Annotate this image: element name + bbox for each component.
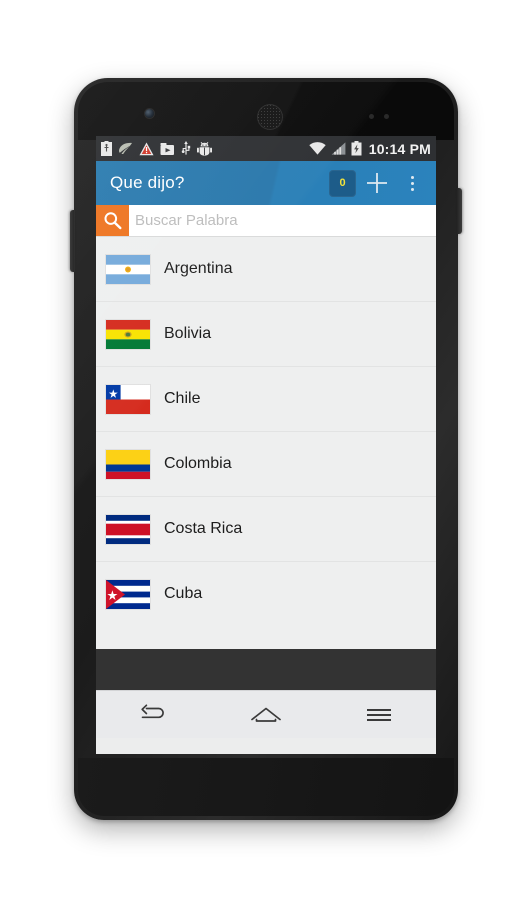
home-button[interactable] (236, 691, 296, 739)
country-label: Argentina (164, 260, 233, 277)
status-bar: 10:14 PM (96, 136, 436, 161)
front-camera-icon (145, 109, 154, 118)
list-item[interactable]: Argentina (96, 237, 436, 302)
search-bar (96, 205, 436, 237)
list-item[interactable]: Chile (96, 367, 436, 432)
list-item[interactable]: Colombia (96, 432, 436, 497)
list-empty-filler (96, 626, 436, 649)
home-icon (251, 707, 281, 722)
phone-device-frame: 10:14 PM Que dijo? 0 Buscar Palabra Arge… (70, 78, 462, 820)
overflow-menu-icon (410, 175, 414, 179)
add-button[interactable] (359, 165, 395, 201)
navigation-bar (96, 690, 436, 738)
overflow-menu-button[interactable] (398, 165, 426, 201)
flag-colombia (106, 449, 150, 479)
country-label: Colombia (164, 455, 232, 472)
phone-bottom-bezel (78, 758, 454, 816)
flag-bolivia (106, 319, 150, 349)
back-button[interactable] (123, 691, 183, 739)
flag-argentina (106, 254, 150, 284)
proximity-sensor-icon (369, 114, 403, 119)
battery-usb-icon (101, 141, 112, 156)
list-item[interactable]: Costa Rica (96, 497, 436, 562)
search-icon (104, 212, 122, 230)
recent-apps-icon (367, 708, 392, 721)
status-bar-clock: 10:14 PM (368, 140, 431, 157)
volume-rocker-button[interactable] (70, 210, 75, 272)
android-debug-icon (197, 141, 212, 156)
phone-top-bezel (78, 82, 454, 140)
list-item[interactable]: Cuba (96, 562, 436, 626)
action-bar: Que dijo? 0 (96, 161, 436, 205)
flag-cuba (106, 579, 150, 609)
country-label: Costa Rica (164, 520, 243, 537)
back-arrow-icon (141, 703, 164, 718)
phone-screen: 10:14 PM Que dijo? 0 Buscar Palabra Arge… (96, 136, 436, 754)
status-bar-left-icons (101, 141, 212, 156)
counter-badge[interactable]: 0 (329, 169, 356, 197)
screen-capture-icon (160, 142, 174, 155)
warning-triangle-icon (139, 142, 154, 155)
wifi-icon (309, 142, 326, 155)
leaf-icon (119, 142, 132, 154)
country-label: Chile (164, 390, 201, 407)
power-button[interactable] (457, 188, 462, 234)
search-button[interactable] (96, 205, 129, 236)
dark-spacer (96, 649, 436, 690)
battery-charging-icon (351, 141, 362, 156)
recent-apps-button[interactable] (349, 691, 409, 739)
app-title: Que dijo? (110, 173, 185, 192)
earpiece-speaker-icon (257, 104, 283, 130)
plus-icon (367, 173, 387, 193)
cellular-signal-icon (331, 142, 346, 155)
usb-icon (181, 141, 191, 155)
country-list[interactable]: Argentina Bolivia Chile Colombia Costa R… (96, 237, 436, 626)
country-label: Bolivia (164, 325, 212, 342)
action-bar-actions: 0 (329, 165, 426, 201)
country-label: Cuba (164, 585, 203, 602)
flag-chile (106, 384, 150, 414)
flag-costa-rica (106, 514, 150, 544)
list-item[interactable]: Bolivia (96, 302, 436, 367)
search-input[interactable] (129, 205, 436, 236)
status-bar-right-icons: 10:14 PM (309, 141, 431, 156)
